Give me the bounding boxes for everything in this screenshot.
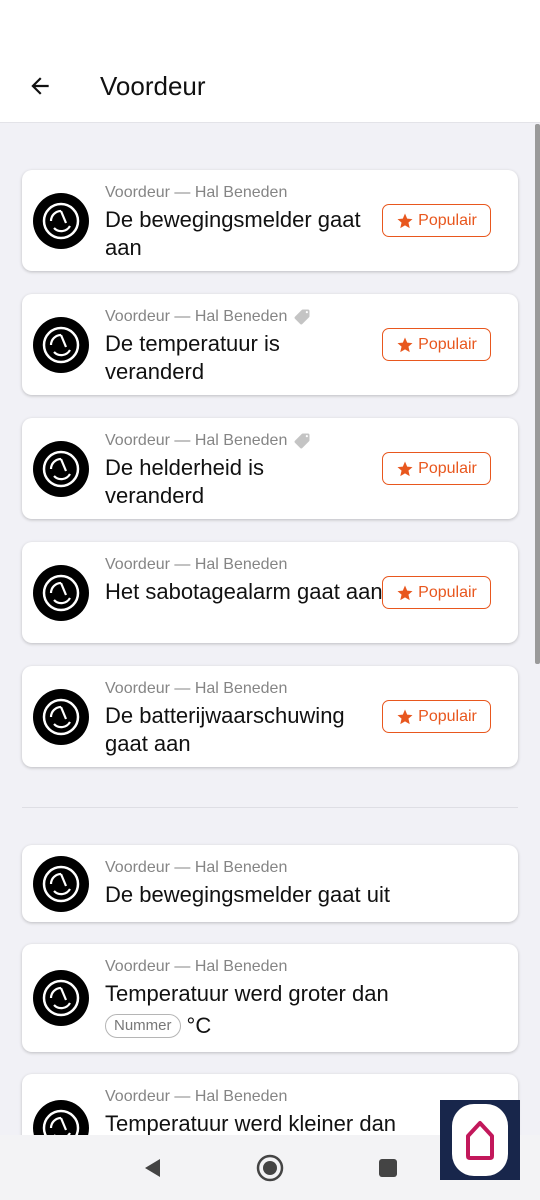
trigger-name: De temperatuur is veranderd bbox=[105, 331, 280, 384]
device-location: Voordeur — Hal Beneden bbox=[105, 556, 288, 573]
popular-badge[interactable]: Populair bbox=[382, 452, 491, 485]
star-icon bbox=[397, 585, 413, 600]
trigger-name: De helderheid is veranderd bbox=[105, 455, 264, 508]
trigger-list[interactable]: Voordeur — Hal Beneden De bewegingsmelde… bbox=[0, 123, 540, 1135]
popular-label: Populair bbox=[418, 707, 477, 725]
motion-sensor-icon bbox=[33, 565, 89, 621]
device-location: Voordeur — Hal Beneden bbox=[105, 308, 311, 326]
trigger-name: De bewegingsmelder gaat aan bbox=[105, 207, 361, 260]
device-location: Voordeur — Hal Beneden bbox=[105, 859, 288, 876]
tag-icon bbox=[293, 308, 311, 326]
device-location: Voordeur — Hal Beneden bbox=[105, 1088, 288, 1105]
triangle-back-icon bbox=[145, 1158, 160, 1177]
tag-icon bbox=[293, 432, 311, 450]
square-recents-icon bbox=[379, 1158, 397, 1177]
star-icon bbox=[397, 709, 413, 724]
scrollbar[interactable] bbox=[535, 124, 540, 664]
trigger-name: De batterijwaarschuwing gaat aan bbox=[105, 703, 345, 756]
status-bar bbox=[0, 0, 540, 50]
back-button[interactable] bbox=[20, 66, 60, 106]
arrow-left-icon bbox=[31, 77, 49, 95]
trigger-name: Het sabotagealarm gaat aan bbox=[105, 579, 383, 604]
motion-sensor-icon bbox=[33, 317, 89, 373]
device-location: Voordeur — Hal Beneden bbox=[105, 184, 288, 201]
popular-label: Populair bbox=[418, 211, 477, 229]
trigger-card[interactable]: Voordeur — Hal Beneden Het sabotagealarm… bbox=[22, 542, 518, 643]
trigger-card[interactable]: Voordeur — Hal Beneden De bewegingsmelde… bbox=[22, 845, 518, 922]
motion-sensor-icon bbox=[33, 689, 89, 745]
device-location: Voordeur — Hal Beneden bbox=[105, 958, 288, 975]
nav-back-button[interactable] bbox=[132, 1148, 172, 1188]
nav-recents-button[interactable] bbox=[368, 1148, 408, 1188]
popular-badge[interactable]: Populair bbox=[382, 700, 491, 733]
trigger-name: Temperatuur werd groter dan Nummer °C bbox=[105, 980, 505, 1040]
device-location: Voordeur — Hal Beneden bbox=[105, 680, 288, 697]
trigger-card[interactable]: Voordeur — Hal Beneden De helderheid is … bbox=[22, 418, 518, 519]
trigger-card[interactable]: Voordeur — Hal Beneden Temperatuur werd … bbox=[22, 944, 518, 1052]
popular-badge[interactable]: Populair bbox=[382, 576, 491, 609]
nav-home-button[interactable] bbox=[250, 1148, 290, 1188]
popular-label: Populair bbox=[418, 459, 477, 477]
popular-label: Populair bbox=[418, 583, 477, 601]
motion-sensor-icon bbox=[33, 1100, 89, 1135]
trigger-card[interactable]: Voordeur — Hal Beneden De temperatuur is… bbox=[22, 294, 518, 395]
section-divider bbox=[22, 807, 518, 808]
unit-label: °C bbox=[186, 1013, 212, 1039]
circle-home-icon bbox=[256, 1154, 284, 1181]
page-title: Voordeur bbox=[100, 70, 206, 101]
popular-badge[interactable]: Populair bbox=[382, 328, 491, 361]
popular-label: Populair bbox=[418, 335, 477, 353]
trigger-card[interactable]: Voordeur — Hal Beneden De bewegingsmelde… bbox=[22, 170, 518, 271]
number-input[interactable]: Nummer bbox=[105, 1014, 181, 1039]
trigger-name: De bewegingsmelder gaat uit bbox=[105, 882, 390, 907]
motion-sensor-icon bbox=[33, 856, 89, 912]
motion-sensor-icon bbox=[33, 970, 89, 1026]
star-icon bbox=[397, 337, 413, 352]
star-icon bbox=[397, 213, 413, 228]
trigger-card[interactable]: Voordeur — Hal Beneden De batterijwaarsc… bbox=[22, 666, 518, 767]
device-location: Voordeur — Hal Beneden bbox=[105, 432, 311, 450]
popular-badge[interactable]: Populair bbox=[382, 204, 491, 237]
trigger-name-text: Temperatuur werd groter dan bbox=[105, 981, 389, 1006]
app-shortcut[interactable] bbox=[440, 1100, 520, 1180]
motion-sensor-icon bbox=[33, 193, 89, 249]
app-bar: Voordeur bbox=[0, 50, 540, 123]
star-icon bbox=[397, 461, 413, 476]
house-app-icon bbox=[466, 1121, 494, 1160]
motion-sensor-icon bbox=[33, 441, 89, 497]
